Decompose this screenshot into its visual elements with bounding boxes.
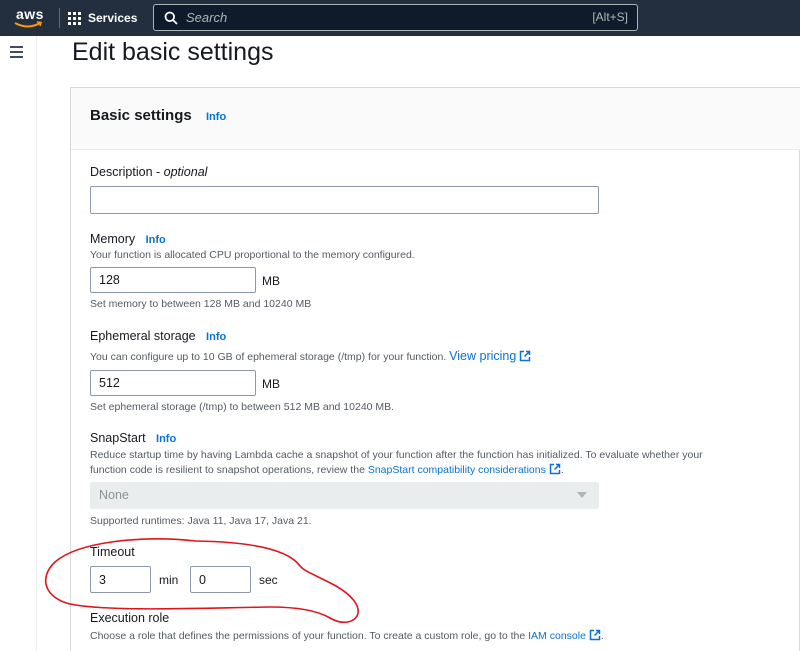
timeout-sec-unit: sec	[259, 573, 278, 587]
search-shortcut: [Alt+S]	[592, 10, 628, 24]
description-label-text: Description -	[90, 165, 164, 179]
iam-console-link[interactable]: IAM console	[528, 630, 586, 642]
menu-icon[interactable]	[10, 46, 24, 58]
timeout-sec-input[interactable]	[190, 566, 251, 593]
ephemeral-hint-text: You can configure up to 10 GB of ephemer…	[90, 351, 447, 363]
ephemeral-input[interactable]	[90, 370, 256, 396]
external-link-icon[interactable]	[549, 463, 561, 475]
description-input[interactable]	[90, 186, 599, 214]
description-label: Description - optional	[90, 165, 207, 179]
side-divider	[36, 36, 37, 651]
memory-constraint: Set memory to between 128 MB and 10240 M…	[90, 298, 312, 310]
page-title: Edit basic settings	[72, 38, 274, 66]
memory-hint: Your function is allocated CPU proportio…	[90, 249, 415, 261]
ephemeral-hint: You can configure up to 10 GB of ephemer…	[90, 349, 531, 363]
aws-smile-icon	[14, 21, 43, 28]
external-link-icon[interactable]	[519, 350, 531, 362]
execution-role-hint-end: .	[600, 630, 604, 642]
external-link-icon[interactable]	[589, 629, 601, 641]
timeout-label: Timeout	[90, 545, 135, 559]
description-optional: optional	[163, 165, 208, 179]
ephemeral-constraint: Set ephemeral storage (/tmp) to between …	[90, 401, 395, 413]
panel-info-link[interactable]: Info	[206, 111, 226, 123]
snapstart-info-link[interactable]: Info	[156, 433, 176, 445]
memory-info-link[interactable]: Info	[146, 234, 166, 246]
aws-logo[interactable]: aws	[10, 4, 50, 32]
snapstart-hint-text: function code is resilient to snapshot o…	[90, 464, 368, 476]
memory-input[interactable]	[90, 267, 256, 293]
snapstart-hint-line2: function code is resilient to snapshot o…	[90, 463, 564, 476]
ephemeral-info-link[interactable]: Info	[206, 331, 226, 343]
nav-divider	[59, 8, 60, 28]
panel-title: Basic settings	[90, 107, 192, 124]
snapstart-selected-value: None	[99, 488, 129, 502]
caret-down-icon	[577, 492, 587, 498]
top-navigation: aws Services [Alt+S]	[0, 0, 800, 36]
services-label: Services	[88, 11, 138, 25]
memory-unit: MB	[262, 274, 280, 288]
ephemeral-unit: MB	[262, 377, 280, 391]
view-pricing-link[interactable]: View pricing	[449, 349, 516, 363]
snapstart-hint-end: .	[560, 464, 564, 476]
snapstart-compat-link[interactable]: SnapStart compatibility considerations	[368, 464, 546, 476]
snapstart-label: SnapStart Info	[90, 431, 176, 445]
execution-role-hint-text: Choose a role that defines the permissio…	[90, 630, 529, 642]
snapstart-hint-line1: Reduce startup time by having Lambda cac…	[90, 449, 703, 461]
services-button[interactable]: Services	[68, 6, 137, 30]
snapstart-supported: Supported runtimes: Java 11, Java 17, Ja…	[90, 515, 312, 527]
aws-logo-text: aws	[16, 6, 44, 22]
search-icon	[164, 11, 178, 25]
services-grid-icon	[68, 11, 81, 25]
snapstart-select: None	[90, 482, 599, 509]
search-input[interactable]	[186, 8, 566, 27]
memory-label: Memory Info	[90, 232, 166, 246]
panel-header: Basic settings Info	[71, 88, 800, 150]
timeout-min-unit: min	[159, 573, 179, 587]
search-bar[interactable]: [Alt+S]	[153, 4, 638, 31]
execution-role-label: Execution role	[90, 611, 170, 625]
memory-label-text: Memory	[90, 232, 136, 246]
snapstart-label-text: SnapStart	[90, 431, 146, 445]
ephemeral-label: Ephemeral storage Info	[90, 329, 226, 343]
console-page: aws Services [Alt+S] Edit basic settings	[0, 0, 800, 651]
timeout-min-input[interactable]	[90, 566, 151, 593]
execution-role-hint: Choose a role that defines the permissio…	[90, 629, 604, 642]
ephemeral-label-text: Ephemeral storage	[90, 329, 196, 343]
